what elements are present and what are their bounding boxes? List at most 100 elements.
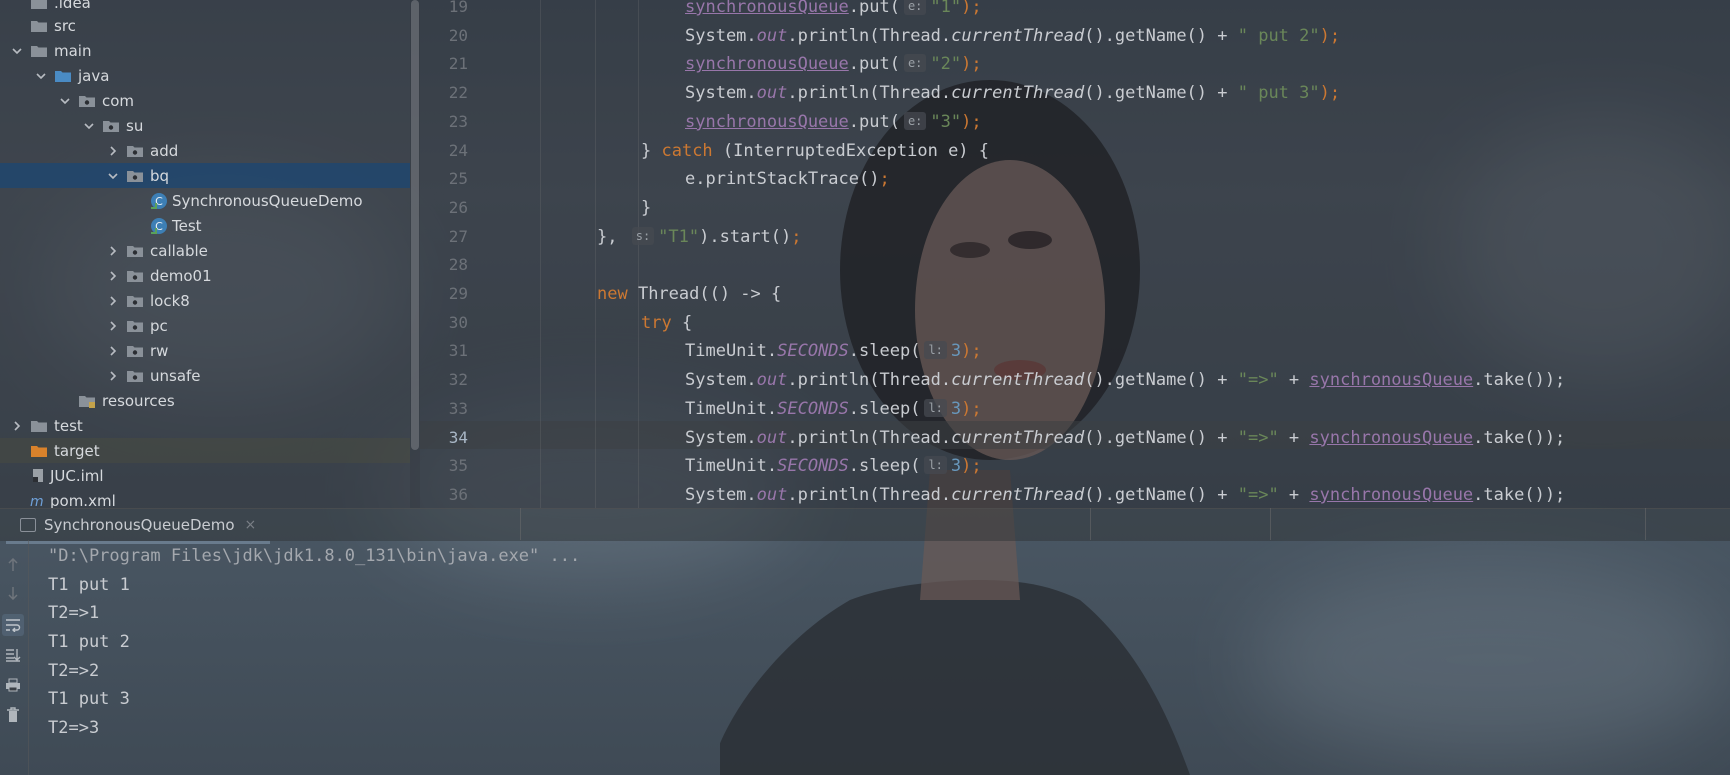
tree-item-test[interactable]: test <box>0 413 410 438</box>
tree-item-juc-iml[interactable]: JUC.iml <box>0 463 410 488</box>
chevron-down-icon[interactable] <box>34 69 48 83</box>
code-token: out <box>756 83 788 104</box>
code-token: TimeUnit. <box>685 341 778 362</box>
print-icon[interactable] <box>2 674 24 696</box>
tree-item-label: add <box>150 141 179 160</box>
chevron-down-icon[interactable] <box>58 94 72 108</box>
tree-item-lock8[interactable]: lock8 <box>0 288 410 313</box>
chevron-down-icon[interactable] <box>82 119 96 133</box>
code-token: .sleep( <box>848 398 921 419</box>
tree-item-label: test <box>54 416 83 435</box>
tree-item-pc[interactable]: pc <box>0 313 410 338</box>
tree-item-unsafe[interactable]: unsafe <box>0 363 410 388</box>
tree-item-test[interactable]: C Test <box>0 213 410 238</box>
tree-item-demo01[interactable]: demo01 <box>0 263 410 288</box>
run-tab[interactable]: SynchronousQueueDemo × <box>6 509 271 544</box>
chevron-right-icon[interactable] <box>106 369 120 383</box>
tree-item-main[interactable]: main <box>0 38 410 63</box>
line-number: 25 <box>448 169 468 189</box>
package-icon <box>126 369 144 383</box>
chevron-right-icon[interactable] <box>106 294 120 308</box>
trash-icon[interactable] <box>2 704 24 726</box>
project-tree-scrollbar[interactable] <box>410 0 420 508</box>
tree-item-java[interactable]: java <box>0 63 410 88</box>
soft-wrap-icon[interactable] <box>2 614 24 636</box>
scroll-to-end-icon[interactable] <box>2 644 24 666</box>
tab-separator <box>1270 508 1271 540</box>
scrollbar-thumb[interactable] <box>411 0 419 450</box>
folder-icon <box>30 444 48 458</box>
code-token: 3 <box>950 398 962 419</box>
code-token: .take()); <box>1473 370 1566 391</box>
code-token: out <box>756 370 788 391</box>
chevron-right-icon[interactable] <box>106 244 120 258</box>
code-line: TimeUnit.SECONDS.sleep(l: 3); <box>685 337 982 365</box>
code-line: try { <box>641 309 692 337</box>
code-token: ().getName() + <box>1084 427 1238 448</box>
chevron-down-icon[interactable] <box>106 169 120 183</box>
code-editor[interactable]: 19 20 21 22 23 24 25 26 27 28 29 30 31 32 33 34 35 36 syn… <box>420 0 1730 508</box>
parameter-hint: l: <box>924 456 947 475</box>
code-token: ); <box>961 111 982 132</box>
tree-item-add[interactable]: add <box>0 138 410 163</box>
tree-item-su[interactable]: su <box>0 113 410 138</box>
package-icon <box>126 294 144 308</box>
code-token: ); <box>961 456 982 477</box>
line-number: 26 <box>448 197 468 217</box>
code-token: ); <box>961 0 982 17</box>
code-token: ; <box>879 169 890 190</box>
code-token: (InterruptedException e) { <box>712 140 990 161</box>
parameter-hint: e: <box>903 111 927 130</box>
tree-item-rw[interactable]: rw <box>0 338 410 363</box>
tree-item-pom-xml[interactable]: m pom.xml <box>0 488 410 509</box>
chevron-down-icon[interactable] <box>10 44 24 58</box>
code-token: System. <box>685 83 757 104</box>
code-line: TimeUnit.SECONDS.sleep(l: 3); <box>685 395 982 423</box>
package-icon <box>78 94 96 108</box>
code-token: "1" <box>930 0 962 17</box>
console-output[interactable]: "D:\Program Files\jdk\jdk1.8.0_131\bin\j… <box>48 542 580 743</box>
chevron-right-icon[interactable] <box>106 319 120 333</box>
tree-item-resources[interactable]: resources <box>0 388 410 413</box>
down-arrow-icon[interactable] <box>2 582 24 604</box>
maven-icon: m <box>30 493 46 509</box>
code-token: .println(Thread. <box>787 83 952 104</box>
tree-item-bq[interactable]: bq <box>0 163 410 188</box>
tree-item-src[interactable]: src <box>0 13 410 38</box>
close-icon[interactable]: × <box>245 517 257 533</box>
up-arrow-icon[interactable] <box>2 554 24 576</box>
code-line: System.out.println(Thread.currentThread(… <box>685 79 1340 107</box>
tree-item-target[interactable]: target <box>0 438 410 463</box>
folder-icon <box>30 19 48 33</box>
svg-text:m: m <box>30 494 44 509</box>
tree-item-label: lock8 <box>150 291 190 310</box>
tree-item-label: callable <box>150 241 208 260</box>
tree-item-com[interactable]: com <box>0 88 410 113</box>
code-line: System.out.println(Thread.currentThread(… <box>685 366 1565 394</box>
line-number: 28 <box>448 255 468 275</box>
chevron-right-icon[interactable] <box>106 269 120 283</box>
code-line: TimeUnit.SECONDS.sleep(l: 3); <box>685 452 982 480</box>
package-icon <box>126 319 144 333</box>
chevron-right-icon[interactable] <box>10 419 24 433</box>
folder-icon <box>78 394 96 408</box>
chevron-right-icon[interactable] <box>106 144 120 158</box>
line-number: 29 <box>448 284 468 303</box>
code-token: SECONDS <box>777 456 849 477</box>
line-number-gutter: 19 20 21 22 23 24 25 26 27 28 29 30 31 32 33 34 35 36 <box>420 0 495 508</box>
line-number: 22 <box>448 83 468 103</box>
code-token: "3" <box>930 111 962 132</box>
code-token: SECONDS <box>777 341 849 362</box>
console-output-line: T2=>2 <box>48 660 100 681</box>
code-token: ; <box>791 226 802 247</box>
code-line: }, s: "T1").start(); <box>597 223 802 251</box>
code-token: synchronousQueue <box>685 54 849 75</box>
chevron-right-icon[interactable] <box>106 344 120 358</box>
parameter-hint: l: <box>924 341 947 360</box>
code-line: synchronousQueue.put(e: "1"); <box>685 0 982 21</box>
tree-item-callable[interactable]: callable <box>0 238 410 263</box>
tree-item-synchronousqueuedemo[interactable]: C SynchronousQueueDemo <box>0 188 410 213</box>
